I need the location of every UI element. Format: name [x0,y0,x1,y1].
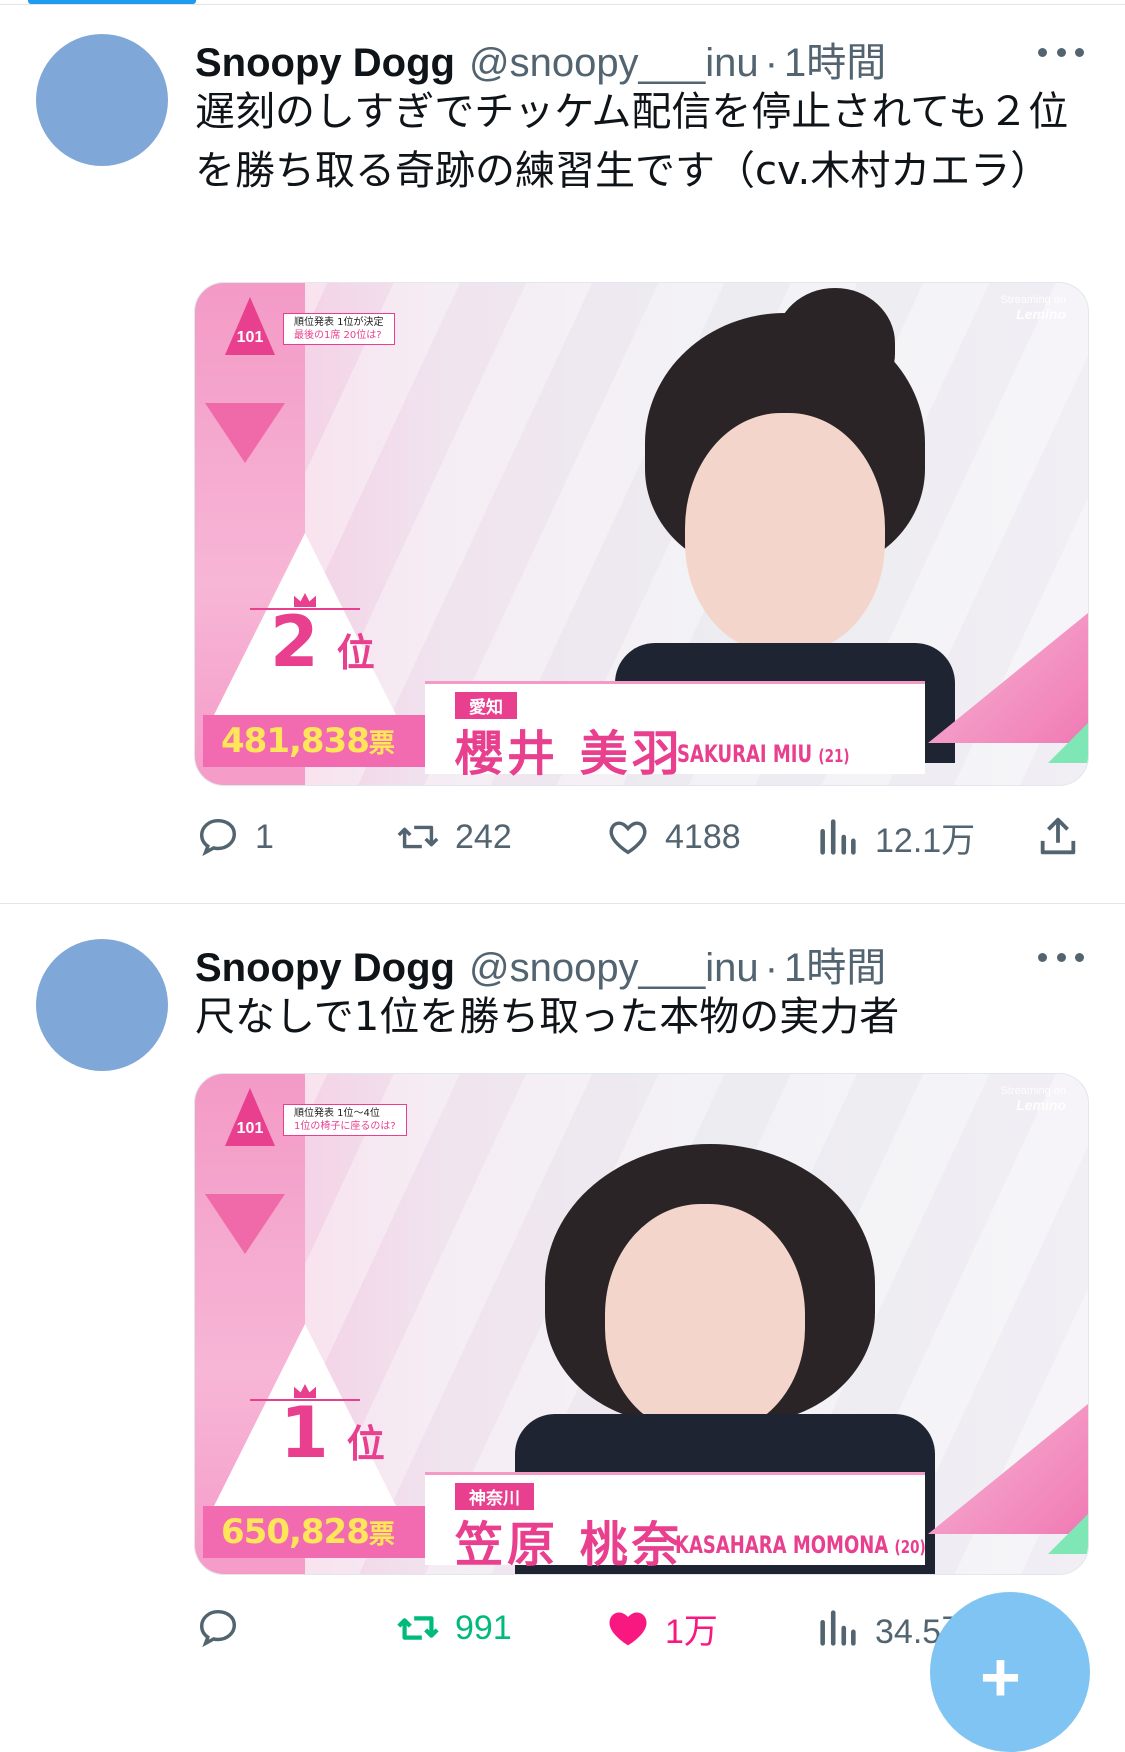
timestamp[interactable]: 1時間 [784,30,886,88]
retweet-icon [397,825,439,849]
author-handle[interactable]: @snoopy___inu [469,946,759,991]
retweet-count: 242 [455,817,512,856]
retweet-icon [397,1616,439,1640]
tweet-header: Snoopy Dogg @snoopy___inu · 1時間 [195,30,886,85]
more-options-icon[interactable] [1038,42,1084,62]
reply-button[interactable] [195,1603,255,1653]
avatar[interactable] [36,34,168,166]
reply-icon [199,818,237,857]
rank-number: 2 [270,601,319,683]
tweet-text: 尺なしで1位を勝ち取った本物の実力者 [195,994,900,1040]
retweet-count: 991 [455,1608,512,1647]
views-icon [820,1610,856,1646]
trainee-name-romaji: KASAHARA MOMONA (20) [675,1531,926,1559]
like-count: 4188 [665,817,741,856]
reply-button[interactable]: 1 [195,812,274,862]
tweet-actions: 1 242 4188 12.1万 [195,812,1095,862]
rank-number: 1 [280,1392,329,1474]
episode-caption: 順位発表 1位が決定 最後の1席 20位は? [283,313,395,345]
retweet-button[interactable]: 242 [395,812,512,862]
compose-fab-button[interactable]: + [930,1592,1090,1752]
author-handle[interactable]: @snoopy___inu [469,41,759,86]
rank-suffix: 位 [346,1422,385,1466]
tweet-text: 遅刻のしすぎでチッケム配信を停止されても２位を勝ち取る奇跡の練習生です（cv.木… [195,89,1069,194]
tweet-header: Snoopy Dogg @snoopy___inu · 1時間 [195,935,886,990]
trainee-name-japanese: 櫻井 美羽 [455,726,684,782]
heart-icon [609,1612,647,1646]
timestamp[interactable]: 1時間 [784,935,886,993]
like-button[interactable]: 1万 [605,1603,718,1653]
trainee-photo [555,288,1015,763]
author-name[interactable]: Snoopy Dogg [195,946,455,991]
episode-caption: 順位発表 1位〜4位 1位の椅子に座るのは? [283,1104,407,1136]
tweet[interactable]: Snoopy Dogg @snoopy___inu · 1時間 尺なしで1位を勝… [0,905,1125,1686]
trainee-name-plate: 愛知 櫻井 美羽 SAKURAI MIU (21) [425,681,925,782]
plus-icon: + [980,1638,1021,1716]
avatar[interactable] [36,939,168,1071]
vote-unit: 票 [368,1519,395,1550]
decor-triangle [205,1194,285,1254]
tweet-divider [0,903,1125,904]
share-button[interactable] [1035,812,1095,862]
tweet-media-image[interactable]: 101 順位発表 1位が決定 最後の1席 20位は? Streaming on … [194,282,1089,786]
tweet[interactable]: Snoopy Dogg @snoopy___inu · 1時間 遅刻のしすぎでチ… [0,0,1125,905]
author-name[interactable]: Snoopy Dogg [195,41,455,86]
trainee-name-plate: 神奈川 笠原 桃奈 KASAHARA MOMONA (20) [425,1472,926,1573]
rank-display: 2 位 [270,601,375,683]
reply-count: 1 [255,817,274,856]
vote-unit: 票 [368,728,395,759]
more-options-icon[interactable] [1038,947,1084,967]
tweet-media-image[interactable]: 101 順位発表 1位〜4位 1位の椅子に座るのは? Streaming on … [194,1073,1089,1575]
trainee-name-romaji: SAKURAI MIU (21) [677,740,850,768]
decor-triangle [205,403,285,463]
like-button[interactable]: 4188 [605,812,741,862]
trainee-name-japanese: 笠原 桃奈 [455,1517,684,1573]
reply-icon [199,1609,237,1648]
rank-display: 1 位 [280,1392,385,1474]
views-count: 12.1万 [875,821,976,860]
separator-dot: · [764,946,779,990]
views-button[interactable]: 12.1万 [815,812,975,862]
vote-count: 650,828 [221,1512,370,1552]
streaming-watermark: Streaming on Lemino [1000,1085,1066,1113]
vote-count-banner: 650,828 票 [203,1506,425,1558]
views-icon [820,819,856,855]
separator-dot: · [764,41,779,85]
share-icon [1040,817,1076,855]
heart-icon [609,821,647,855]
streaming-watermark: Streaming on Lemino [1000,294,1066,322]
retweet-button[interactable]: 991 [395,1603,512,1653]
rank-suffix: 位 [336,631,375,675]
like-count: 1万 [665,1612,718,1651]
vote-count-banner: 481,838 票 [203,715,425,767]
vote-count: 481,838 [221,721,370,761]
